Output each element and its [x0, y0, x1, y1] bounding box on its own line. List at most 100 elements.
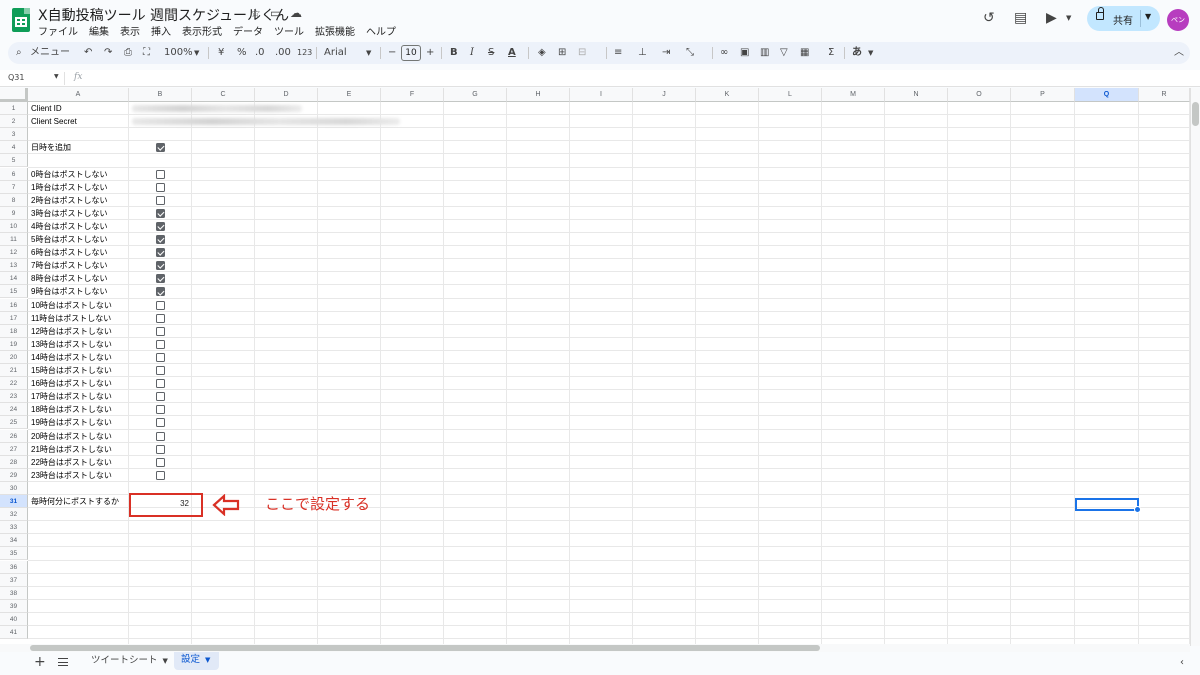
decrease-font-size-icon[interactable]: −	[388, 46, 396, 60]
currency-format-button[interactable]: ¥	[218, 46, 224, 60]
redo-icon[interactable]: ↷	[104, 46, 112, 60]
increase-font-size-icon[interactable]: +	[426, 46, 434, 60]
checkbox-unchecked[interactable]	[156, 470, 165, 480]
fill-color-icon[interactable]: ◈	[538, 46, 546, 60]
row-header[interactable]: 11	[0, 233, 28, 246]
row-header[interactable]: 33	[0, 521, 28, 535]
cell-a-label[interactable]: 1時台はポストしない	[31, 181, 107, 194]
filter-icon[interactable]: ▽	[780, 46, 788, 60]
row-header[interactable]: 21	[0, 364, 28, 377]
select-all-corner[interactable]	[0, 88, 28, 102]
vertical-align-icon[interactable]: ⊥	[638, 46, 647, 60]
menu-item[interactable]: ツール	[274, 23, 304, 38]
checkbox-unchecked[interactable]	[156, 366, 165, 375]
row-header[interactable]: 2	[0, 115, 28, 129]
column-header-q[interactable]: Q	[1075, 88, 1139, 102]
checkbox-checked[interactable]	[156, 261, 165, 271]
italic-icon[interactable]: I	[470, 46, 474, 60]
menu-item[interactable]: データ	[233, 23, 263, 38]
sheet-tab-tweets[interactable]: ツイートシート ▼	[85, 652, 174, 672]
percent-format-button[interactable]: %	[237, 46, 247, 60]
column-header-k[interactable]: K	[696, 88, 759, 102]
menu-item[interactable]: 挿入	[151, 23, 171, 38]
sheets-logo-icon[interactable]	[12, 8, 30, 32]
column-header-i[interactable]: I	[570, 88, 633, 102]
row-header[interactable]: 23	[0, 390, 28, 404]
cell-a-label[interactable]: 15時台はポストしない	[31, 364, 112, 377]
cell-a-label[interactable]: 11時台はポストしない	[31, 312, 111, 325]
cell-a-label[interactable]: 19時台はポストしない	[31, 416, 112, 429]
name-box-chevron-icon[interactable]: ▼	[54, 73, 59, 80]
row-header[interactable]: 35	[0, 547, 28, 561]
cell-a-label[interactable]: 23時台はポストしない	[31, 469, 112, 482]
cell-a-label[interactable]: 17時台はポストしない	[31, 390, 112, 403]
share-options-chevron-icon[interactable]: ▼	[1145, 12, 1151, 21]
row-header[interactable]: 19	[0, 337, 28, 351]
add-sheet-icon[interactable]: +	[34, 654, 46, 670]
checkbox-unchecked[interactable]	[156, 326, 165, 336]
comments-icon[interactable]: ▤	[1014, 10, 1027, 26]
menu-item[interactable]: 編集	[89, 23, 109, 38]
font-size-input[interactable]: 10	[401, 45, 421, 61]
number-format-button[interactable]: 123	[297, 46, 312, 60]
row-header[interactable]: 9	[0, 206, 28, 220]
checkbox-unchecked[interactable]	[156, 405, 165, 415]
print-icon[interactable]: ⎙	[124, 46, 132, 60]
row-header[interactable]: 29	[0, 468, 28, 482]
zoom-select[interactable]: 100%	[164, 46, 193, 60]
column-header-h[interactable]: H	[507, 88, 570, 102]
row-header[interactable]: 13	[0, 259, 28, 273]
sheet-tab-settings[interactable]: 設定 ▼	[174, 652, 219, 670]
row-header[interactable]: 39	[0, 599, 28, 613]
input-tools-icon[interactable]: あ	[852, 46, 862, 60]
column-header-o[interactable]: O	[948, 88, 1011, 102]
sheet-tab-chevron-icon[interactable]: ▼	[163, 657, 168, 665]
column-header-n[interactable]: N	[885, 88, 948, 102]
input-tools-chevron-icon[interactable]: ▼	[868, 46, 873, 60]
checkbox-unchecked[interactable]	[156, 169, 165, 179]
insert-chart-icon[interactable]: ▥	[760, 46, 769, 60]
cell-a-label[interactable]: 8時台はポストしない	[31, 272, 107, 285]
side-panel-toggle-icon[interactable]: ‹	[1180, 657, 1184, 668]
column-header-p[interactable]: P	[1011, 88, 1075, 102]
redacted-secret-value[interactable]	[132, 105, 302, 112]
checkbox-unchecked[interactable]	[156, 418, 165, 428]
row-header[interactable]: 17	[0, 311, 28, 325]
spreadsheet-grid[interactable]: ABCDEFGHIJKLMNOPQR 1 Client ID 2 Client Sec…	[0, 88, 1190, 646]
checkbox-checked[interactable]	[156, 248, 165, 258]
row-header[interactable]: 14	[0, 272, 28, 286]
insert-comment-icon[interactable]: ▣	[740, 46, 749, 60]
cell-a-label[interactable]: 20時台はポストしない	[31, 430, 112, 443]
cell-a-label[interactable]: 14時台はポストしない	[31, 351, 112, 364]
cell-a-label[interactable]: 16時台はポストしない	[31, 377, 112, 390]
version-history-icon[interactable]: ↺	[983, 10, 995, 26]
checkbox-checked[interactable]	[156, 287, 165, 297]
functions-icon[interactable]: Σ	[828, 46, 834, 60]
checkbox-checked[interactable]	[156, 235, 165, 244]
cell-a-label[interactable]: 13時台はポストしない	[31, 338, 112, 351]
strikethrough-icon[interactable]: S	[488, 46, 494, 60]
horizontal-align-icon[interactable]: ≡	[614, 46, 622, 60]
checkbox-unchecked[interactable]	[156, 352, 165, 362]
text-rotation-icon[interactable]: ⤡	[686, 46, 694, 60]
column-header-m[interactable]: M	[822, 88, 885, 102]
chevron-down-icon[interactable]: ▼	[1066, 14, 1071, 22]
checkbox-unchecked[interactable]	[156, 431, 165, 441]
user-avatar[interactable]: ペン	[1167, 9, 1189, 31]
menu-item[interactable]: ヘルプ	[366, 23, 396, 38]
selected-cell-q31[interactable]	[1075, 498, 1141, 513]
column-header-f[interactable]: F	[381, 88, 444, 102]
column-header-b[interactable]: B	[129, 88, 192, 102]
menu-item[interactable]: 表示	[120, 23, 140, 38]
cell-a-label[interactable]: 21時台はポストしない	[31, 443, 112, 456]
search-icon[interactable]: ⌕	[16, 46, 22, 60]
checkbox-unchecked[interactable]	[156, 313, 165, 323]
cell-a-label[interactable]: 2時台はポストしない	[31, 194, 107, 207]
redacted-secret-value[interactable]	[132, 118, 400, 126]
cell-a-label[interactable]: 7時台はポストしない	[31, 259, 107, 272]
cell-a-label[interactable]: 12時台はポストしない	[31, 325, 112, 338]
row-header[interactable]: 8	[0, 193, 28, 207]
menu-item[interactable]: 拡張機能	[315, 23, 355, 38]
cell-a-label[interactable]: 22時台はポストしない	[31, 456, 112, 469]
move-folder-icon[interactable]: ▭	[270, 6, 281, 20]
